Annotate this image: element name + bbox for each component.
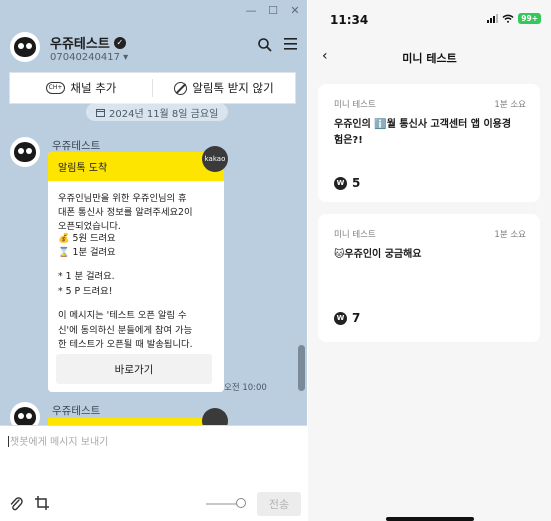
message-line: 우쥬인님만을 위한 우쥬인님의 휴 <box>58 193 187 204</box>
message-line: * 5 P 드려요! <box>58 286 113 297</box>
channel-title: 우쥬테스트 ✓ <box>50 33 126 52</box>
page-title: 미니 테스트 <box>402 52 457 65</box>
message-line: * 1 분 걸려요. <box>58 271 115 282</box>
message-placeholder: 챗봇에게 메시지 보내기 <box>10 437 109 448</box>
channel-name: 우쥬테스트 <box>50 37 110 52</box>
message-line: 한 테스트가 오픈될 때 발송됩니다. <box>58 339 193 350</box>
block-icon <box>174 81 188 95</box>
sender-name: 우쥬테스트 <box>52 405 101 417</box>
w-coin-icon: W <box>334 176 347 190</box>
minimize-button[interactable]: — <box>245 4 257 17</box>
scrollbar-thumb[interactable] <box>298 345 305 391</box>
bubble-header: 알림톡 도착 <box>48 152 224 181</box>
message-time: 오전 10:00 <box>224 383 267 393</box>
date-label: 2024년 11월 8일 금요일 <box>109 108 219 120</box>
message-composer: 챗봇에게 메시지 보내기 전송 <box>0 425 307 521</box>
w-coin-icon: W <box>334 311 347 325</box>
kakao-badge: kakao <box>202 146 228 172</box>
channel-avatar[interactable] <box>10 32 40 62</box>
message-input[interactable]: 챗봇에게 메시지 보내기 <box>8 433 108 448</box>
card-reward: W 7 <box>334 311 360 325</box>
opacity-slider-track[interactable] <box>206 503 240 505</box>
message-line: 대폰 통신사 정보를 알려주세요2이 <box>58 207 193 218</box>
card-title: 🐱우쥬인이 궁금해요 <box>334 249 422 260</box>
signal-icon <box>487 14 499 23</box>
card-tag: 미니 테스트 <box>334 100 376 110</box>
card-tag: 미니 테스트 <box>334 230 376 240</box>
date-divider: 2024년 11월 8일 금요일 <box>86 103 229 121</box>
text-cursor <box>8 436 9 447</box>
card-title: 우쥬인의 ℹ️월 통신사 고객센터 앱 이용경험은?! <box>334 119 512 146</box>
reward-amount: 5 <box>352 176 361 190</box>
status-time: 11:34 <box>330 13 369 27</box>
wifi-icon <box>502 14 514 23</box>
sender-name: 우쥬테스트 <box>52 140 101 152</box>
battery-indicator: 99+ <box>518 13 541 24</box>
add-channel-label: 채널 추가 <box>70 81 117 95</box>
channel-action-bar: CH+ 채널 추가 알림톡 받지 않기 <box>9 72 296 104</box>
screen: — ☐ ✕ 우쥬테스트 ✓ 07040240417 ▾ CH+ 채널 추가 알림… <box>0 0 551 521</box>
crop-icon[interactable] <box>35 496 49 510</box>
close-button[interactable]: ✕ <box>289 4 301 17</box>
status-icons: 99+ <box>487 13 541 24</box>
test-card[interactable]: 미니 테스트 1분 소요 우쥬인의 ℹ️월 통신사 고객센터 앱 이용경험은?!… <box>318 84 540 202</box>
reward-amount: 7 <box>352 311 361 325</box>
search-icon[interactable] <box>258 38 272 52</box>
chat-window: — ☐ ✕ 우쥬테스트 ✓ 07040240417 ▾ CH+ 채널 추가 알림… <box>0 0 307 521</box>
verified-icon: ✓ <box>113 36 126 49</box>
calendar-icon <box>96 108 105 117</box>
window-controls: — ☐ ✕ <box>245 4 301 17</box>
add-channel-button[interactable]: CH+ 채널 추가 <box>10 80 152 96</box>
paperclip-icon[interactable] <box>9 496 23 512</box>
channel-add-icon: CH+ <box>45 82 66 94</box>
go-button[interactable]: 바로가기 <box>56 354 212 384</box>
home-indicator[interactable] <box>386 517 474 521</box>
menu-icon[interactable] <box>284 38 297 50</box>
test-card[interactable]: 미니 테스트 1분 소요 🐱우쥬인이 궁금해요 W 7 <box>318 214 540 342</box>
maximize-button[interactable]: ☐ <box>267 4 279 17</box>
message-line: 신'에 동의하신 분들에게 참여 가능 <box>58 325 193 336</box>
opacity-slider-knob[interactable] <box>236 498 246 508</box>
message-line: ⌛ 1분 걸려요 <box>58 247 116 258</box>
sender-avatar[interactable] <box>10 137 40 167</box>
send-button[interactable]: 전송 <box>257 492 301 516</box>
block-alimtalk-button[interactable]: 알림톡 받지 않기 <box>153 80 295 96</box>
card-duration: 1분 소요 <box>494 100 526 110</box>
message-line: 💰 5원 드려요 <box>58 233 116 244</box>
phone-screen: 11:34 99+ ‹ 미니 테스트 미니 테스트 1분 소요 우쥬인의 ℹ️월… <box>308 0 551 521</box>
card-reward: W 5 <box>334 176 360 190</box>
message-line: 이 메시지는 '테스트 오픈 알림 수 <box>58 310 187 321</box>
channel-phone[interactable]: 07040240417 ▾ <box>50 52 128 63</box>
card-duration: 1분 소요 <box>494 230 526 240</box>
block-alimtalk-label: 알림톡 받지 않기 <box>192 81 274 95</box>
